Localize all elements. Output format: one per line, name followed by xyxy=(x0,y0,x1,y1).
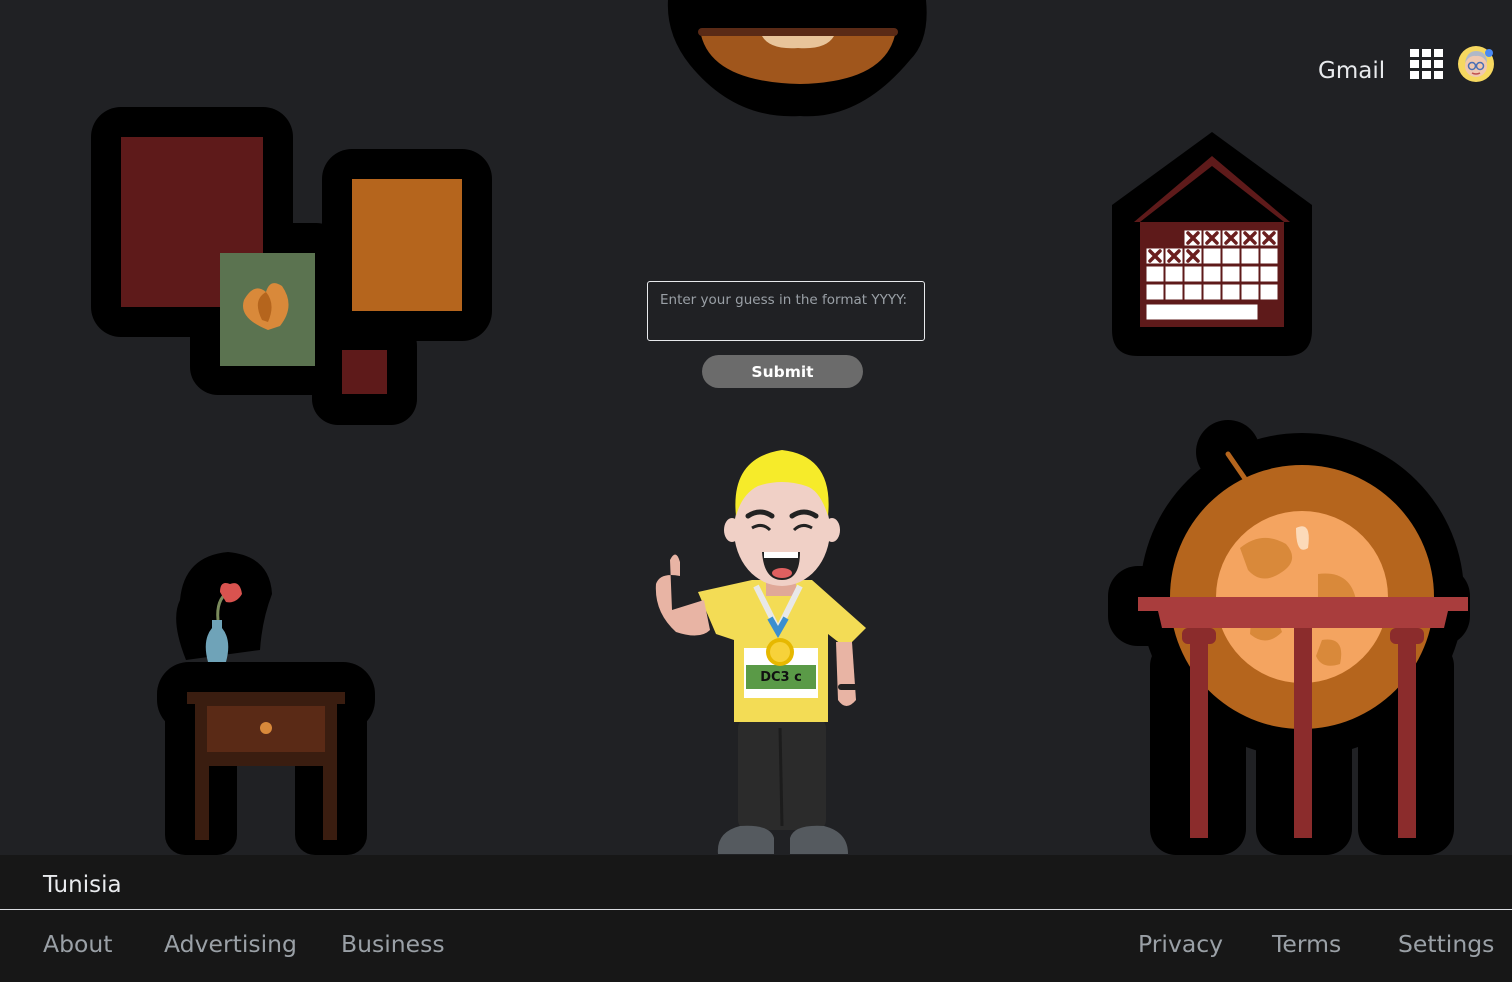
apps-button[interactable] xyxy=(1408,46,1446,82)
footer-link-terms[interactable]: Terms xyxy=(1272,930,1341,958)
globe-on-stand xyxy=(1108,420,1470,855)
location-text: Tunisia xyxy=(43,872,122,898)
bib-number: DC3 c xyxy=(760,670,802,685)
calendar-house xyxy=(1112,132,1312,356)
footer-link-business[interactable]: Business xyxy=(341,930,445,958)
footer-link-privacy[interactable]: Privacy xyxy=(1138,930,1223,958)
guess-input[interactable] xyxy=(647,281,925,341)
avatar[interactable] xyxy=(1457,45,1495,83)
footer-links-bar: About Advertising Business Privacy Terms… xyxy=(0,910,1512,982)
submit-button[interactable]: Submit xyxy=(702,355,863,388)
gmail-link[interactable]: Gmail xyxy=(1318,54,1385,88)
apps-grid-icon xyxy=(1410,49,1443,79)
picture-frames xyxy=(91,107,492,425)
side-table-with-vase xyxy=(157,552,375,855)
runner-character xyxy=(655,450,866,854)
footer-link-advertising[interactable]: Advertising xyxy=(164,930,297,958)
footer-location-bar: Tunisia xyxy=(0,855,1512,910)
footer-link-about[interactable]: About xyxy=(43,930,112,958)
footer-link-settings[interactable]: Settings xyxy=(1398,930,1494,958)
user-avatar-icon xyxy=(1458,46,1494,82)
scene-illustration xyxy=(91,0,1470,855)
ceiling-lamp xyxy=(667,0,927,117)
